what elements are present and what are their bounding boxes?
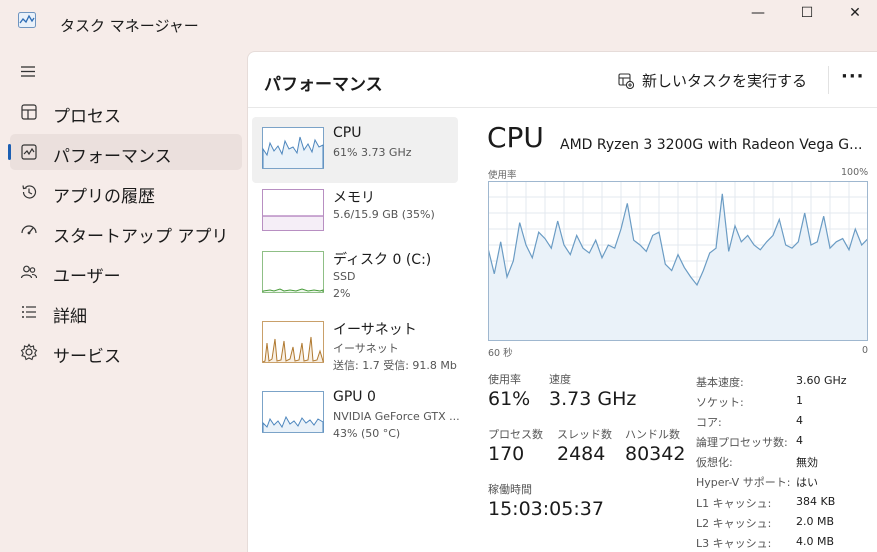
processes-value: 170 — [488, 443, 525, 465]
usage-value: 61% — [488, 388, 531, 410]
memory-thumbnail-graph — [262, 189, 324, 231]
sidebar-item-label: スタートアップ アプリ — [53, 227, 229, 247]
device-name: イーサネット — [333, 322, 417, 338]
sidebar-item-services[interactable]: サービス — [10, 334, 242, 370]
spec-key-base-speed: 基本速度: — [696, 376, 744, 389]
spec-key-l1-cache: L1 キャッシュ: — [696, 497, 772, 510]
panel-header: パフォーマンス 新しいタスクを実行する ··· — [248, 52, 877, 108]
graph-time-now-label: 0 — [862, 345, 869, 356]
users-icon — [20, 265, 38, 279]
page-title: パフォーマンス — [264, 75, 383, 95]
sidebar-item-label: 詳細 — [53, 307, 87, 327]
spec-value-sockets: 1 — [796, 394, 803, 407]
active-indicator — [8, 144, 11, 160]
spec-key-hyperv: Hyper-V サポート: — [696, 476, 791, 489]
more-options-button[interactable]: ··· — [841, 66, 865, 87]
sidebar-item-label: アプリの履歴 — [53, 187, 155, 207]
device-summary: 送信: 1.7 受信: 91.8 Mb — [333, 359, 457, 372]
device-item-memory[interactable]: メモリ 5.6/15.9 GB (35%) — [252, 179, 458, 245]
minimize-button[interactable]: — — [738, 4, 778, 22]
device-adapter: イーサネット — [333, 342, 399, 355]
processes-label: プロセス数 — [488, 428, 543, 441]
speed-value: 3.73 GHz — [549, 388, 637, 410]
spec-key-sockets: ソケット: — [696, 396, 744, 409]
device-name: GPU 0 — [333, 389, 376, 405]
device-summary: 5.6/15.9 GB (35%) — [333, 208, 435, 221]
graph-time-span-label: 60 秒 — [488, 348, 513, 359]
sidebar-item-processes[interactable]: プロセス — [10, 94, 242, 130]
threads-value: 2484 — [557, 443, 606, 465]
sidebar-item-details[interactable]: 詳細 — [10, 294, 242, 330]
handles-value: 80342 — [625, 443, 686, 465]
header-divider — [828, 66, 829, 94]
run-task-label: 新しいタスクを実行する — [642, 72, 808, 90]
task-manager-app-icon — [18, 12, 36, 28]
close-button[interactable]: ✕ — [835, 4, 875, 22]
device-type: SSD — [333, 270, 356, 283]
uptime-label: 稼働時間 — [488, 483, 532, 496]
device-summary: 61% 3.73 GHz — [333, 146, 412, 159]
device-name: CPU — [333, 125, 362, 141]
spec-value-hyperv: はい — [796, 476, 818, 489]
run-new-task-button[interactable]: 新しいタスクを実行する — [618, 70, 807, 91]
processes-icon — [21, 104, 37, 120]
sidebar-item-startup-apps[interactable]: スタートアップ アプリ — [10, 214, 242, 250]
title-bar: タスク マネージャー — ☐ ✕ — [0, 0, 877, 50]
spec-key-cores: コア: — [696, 416, 722, 429]
window-title: タスク マネージャー — [60, 17, 199, 35]
handles-label: ハンドル数 — [625, 428, 680, 441]
maximize-button[interactable]: ☐ — [787, 4, 827, 22]
ethernet-thumbnail-graph — [262, 321, 324, 363]
performance-icon — [21, 144, 37, 160]
sidebar-item-label: プロセス — [53, 107, 121, 127]
device-name: ディスク 0 (C:) — [333, 252, 432, 268]
graph-label: 使用率 — [488, 170, 517, 181]
cpu-usage-graph — [488, 181, 868, 341]
spec-value-l3-cache: 4.0 MB — [796, 535, 835, 548]
cpu-thumbnail-graph — [262, 127, 324, 169]
spec-value-virtualization: 無効 — [796, 456, 818, 469]
device-item-gpu[interactable]: GPU 0 NVIDIA GeForce GTX ... 43% (50 °C) — [252, 381, 460, 447]
sidebar-item-label: パフォーマンス — [53, 147, 172, 167]
threads-label: スレッド数 — [557, 428, 612, 441]
usage-label: 使用率 — [488, 373, 521, 386]
run-task-icon — [618, 72, 634, 89]
uptime-value: 15:03:05:37 — [488, 498, 604, 520]
sidebar-item-label: サービス — [53, 347, 121, 367]
gpu-thumbnail-graph — [262, 391, 324, 433]
device-summary: 2% — [333, 287, 351, 300]
spec-key-logical-processors: 論理プロセッサ数: — [696, 436, 788, 449]
sidebar-item-performance[interactable]: パフォーマンス — [8, 134, 242, 170]
sidebar-item-users[interactable]: ユーザー — [10, 254, 242, 290]
device-model: NVIDIA GeForce GTX ... — [333, 410, 460, 423]
spec-value-l2-cache: 2.0 MB — [796, 515, 835, 528]
disk-thumbnail-graph — [262, 251, 324, 293]
spec-value-base-speed: 3.60 GHz — [796, 374, 847, 387]
device-name: メモリ — [333, 190, 375, 206]
spec-key-virtualization: 仮想化: — [696, 456, 733, 469]
spec-key-l2-cache: L2 キャッシュ: — [696, 517, 772, 530]
hamburger-menu-icon[interactable] — [20, 64, 36, 78]
cpu-model-name: AMD Ryzen 3 3200G with Radeon Vega G... — [560, 137, 863, 153]
services-icon — [20, 343, 38, 361]
spec-key-l3-cache: L3 キャッシュ: — [696, 537, 772, 550]
history-icon — [22, 185, 37, 199]
spec-value-l1-cache: 384 KB — [796, 495, 836, 508]
device-item-disk[interactable]: ディスク 0 (C:) SSD 2% — [252, 241, 458, 307]
device-summary: 43% (50 °C) — [333, 427, 401, 440]
startup-icon — [21, 225, 37, 235]
sidebar-item-label: ユーザー — [53, 267, 121, 287]
detail-title: CPU — [487, 121, 544, 154]
sidebar-item-app-history[interactable]: アプリの履歴 — [10, 174, 242, 210]
spec-value-cores: 4 — [796, 414, 803, 427]
graph-max-label: 100% — [841, 167, 869, 178]
performance-panel: パフォーマンス 新しいタスクを実行する ··· CPU 61% 3.73 GHz — [247, 51, 877, 552]
device-item-cpu[interactable]: CPU 61% 3.73 GHz — [252, 117, 458, 183]
speed-label: 速度 — [549, 373, 571, 386]
details-icon — [22, 306, 36, 318]
device-item-ethernet[interactable]: イーサネット イーサネット 送信: 1.7 受信: 91.8 Mb — [252, 311, 458, 377]
spec-value-logical-processors: 4 — [796, 434, 803, 447]
